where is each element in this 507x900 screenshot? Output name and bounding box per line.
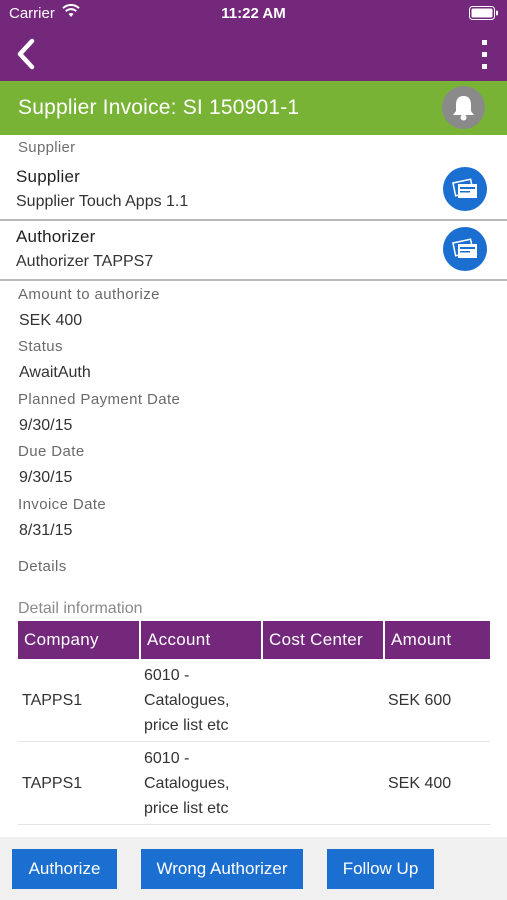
company-cell: TAPPS1 (18, 741, 140, 825)
table-row[interactable]: TAPPS1 6010 - Catalogues, price list etc… (18, 741, 490, 825)
authorizer-value: Authorizer TAPPS7 (16, 253, 154, 270)
detail-information-label: Detail information (18, 600, 143, 617)
column-header-account: Account (140, 621, 263, 659)
due-date-label: Due Date (18, 443, 85, 460)
clock: 11:22 AM (221, 5, 286, 22)
planned-payment-date-value: 9/30/15 (19, 417, 73, 434)
table-row[interactable]: TAPPS1 6010 - Catalogues, price list etc… (18, 659, 490, 742)
details-label: Details (18, 558, 67, 575)
supplier-value: Supplier Touch Apps 1.1 (16, 193, 189, 210)
amount-label: Amount to authorize (18, 286, 160, 303)
due-date-value: 9/30/15 (19, 469, 73, 486)
contact-card-icon (443, 238, 487, 275)
amount-cell: SEK 600 (384, 659, 490, 742)
account-cell: 6010 - Catalogues, price list etc (140, 659, 262, 742)
action-footer: Authorize Wrong Authorizer Follow Up (0, 837, 507, 900)
column-header-cost-center: Cost Center (262, 621, 385, 659)
company-cell: TAPPS1 (18, 659, 140, 742)
bell-icon (442, 96, 485, 133)
invoice-date-label: Invoice Date (18, 496, 107, 513)
authorize-button[interactable]: Authorize (12, 849, 117, 889)
status-label: Status (18, 338, 63, 355)
contact-card-icon (443, 178, 487, 215)
overflow-menu-button[interactable] (475, 38, 495, 72)
supplier-section-label: Supplier (18, 139, 76, 156)
table-header-row: Company Account Cost Center Amount (18, 621, 490, 659)
supplier-title: Supplier (16, 167, 80, 186)
divider (0, 219, 507, 221)
authorizer-title: Authorizer (16, 227, 96, 246)
account-cell: 6010 - Catalogues, price list etc (140, 741, 262, 825)
column-header-amount: Amount (384, 621, 490, 659)
cost-center-cell (262, 741, 384, 825)
planned-payment-date-label: Planned Payment Date (18, 391, 181, 408)
column-header-company: Company (18, 621, 141, 659)
status-bar: Carrier 11:22 AM (0, 0, 507, 28)
cost-center-cell (262, 659, 384, 742)
detail-table: Company Account Cost Center Amount TAPPS… (18, 621, 490, 825)
supplier-contact-button[interactable] (443, 167, 487, 211)
back-button[interactable] (12, 36, 42, 72)
page-title: Supplier Invoice: SI 150901-1 (18, 96, 300, 119)
chevron-left-icon (12, 38, 42, 76)
amount-value: SEK 400 (19, 312, 83, 329)
amount-cell: SEK 400 (384, 741, 490, 825)
invoice-date-value: 8/31/15 (19, 522, 73, 539)
wrong-authorizer-button[interactable]: Wrong Authorizer (141, 849, 303, 889)
more-vertical-icon (475, 40, 495, 76)
status-value: AwaitAuth (19, 364, 91, 381)
notification-button[interactable] (442, 86, 485, 129)
follow-up-button[interactable]: Follow Up (327, 849, 434, 889)
authorizer-contact-button[interactable] (443, 227, 487, 271)
divider (0, 279, 507, 281)
title-bar: Supplier Invoice: SI 150901-1 (0, 81, 507, 135)
battery-icon (469, 6, 499, 24)
nav-bar (0, 28, 507, 81)
